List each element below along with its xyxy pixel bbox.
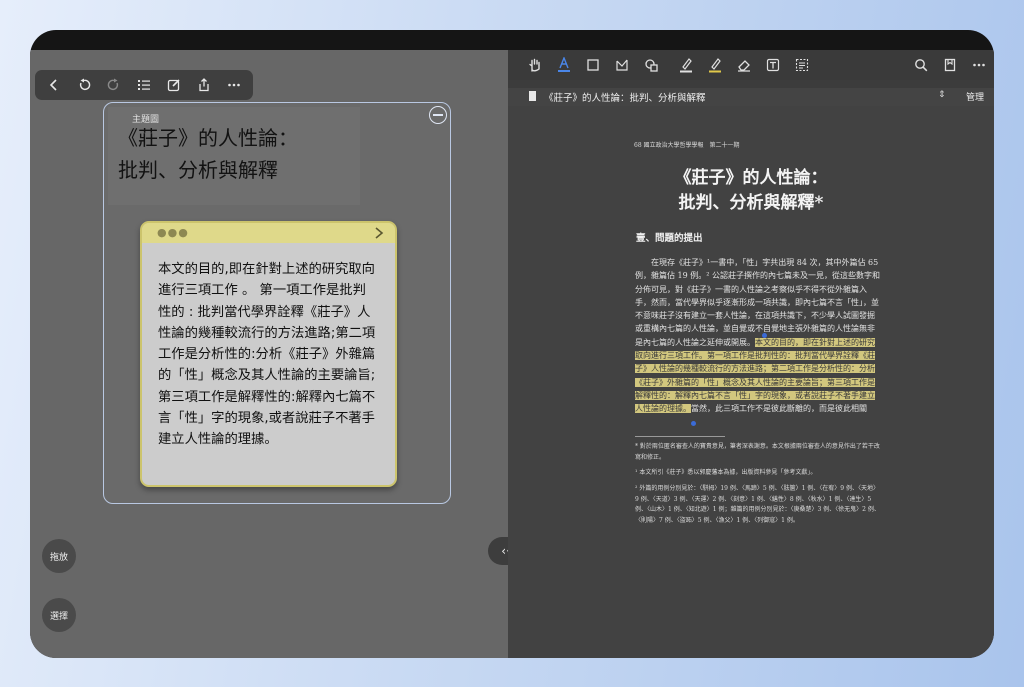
select-button[interactable]: 選擇 (42, 598, 76, 632)
pdf-toolbar (508, 50, 994, 80)
tablet-device: 主題圖 《莊子》的人性論： 批判、分析與解釋 ●●● 本文的目的,即在針對上述的… (30, 30, 994, 658)
body-text[interactable]: 在現存《莊子》¹一書中，「性」字共出現 84 次，其中外篇佔 65 例，雜篇佔 … (635, 256, 881, 416)
document-icon (529, 91, 536, 101)
app-screen: 主題圖 《莊子》的人性論： 批判、分析與解釋 ●●● 本文的目的,即在針對上述的… (30, 50, 994, 658)
edit-icon[interactable] (163, 74, 185, 96)
paper-title: 《莊子》的人性論： 批判、分析與解釋* (674, 168, 828, 213)
hand-icon[interactable] (525, 55, 545, 75)
footnote-2: ² 外篇的用例分別見於：〈駢拇〉19 例、〈馬蹄〉5 例、〈胠篋〉1 例、〈在宥… (635, 485, 880, 524)
search-icon[interactable] (911, 55, 931, 75)
drag-handle-icon[interactable]: ●●● (157, 226, 189, 239)
lasso-icon[interactable] (612, 55, 632, 75)
textbox-icon[interactable] (763, 55, 783, 75)
rect-select-icon[interactable] (583, 55, 603, 75)
back-icon[interactable] (43, 74, 65, 96)
highlighted-text[interactable]: 本文的目的，即在針對上述的研究取向進行三項工作。第一項工作是批判性的：批判當代學… (635, 337, 875, 414)
document-name: 《莊子》的人性論：批判、分析與解釋 (544, 93, 706, 104)
footnote-star: * 對於兩位匿名審查人的寶貴意見，筆者深表謝意。本文根據兩位審查人的意見作出了若… (635, 443, 880, 461)
page-header: 68 國立政治大學哲學學報 第二十一期 (634, 142, 740, 149)
sticky-note[interactable]: ●●● 本文的目的,即在針對上述的研究取向進行三項工作 。 第一項工作是批判性的… (140, 221, 397, 487)
list-icon[interactable] (133, 74, 155, 96)
eraser-icon[interactable] (734, 55, 754, 75)
document-tab[interactable]: 《莊子》的人性論：批判、分析與解釋 ⇕ 管理 (508, 88, 994, 106)
selection-end-handle[interactable] (691, 421, 696, 426)
ocr-icon[interactable] (792, 55, 812, 75)
footnote-divider (635, 436, 725, 437)
footnote-1: ¹ 本文所引《莊子》悉以郭慶藩本為據，出版資料參見「參考文獻」。 (635, 469, 817, 476)
chevron-right-icon[interactable] (372, 226, 386, 240)
text-highlight-icon[interactable] (554, 55, 574, 75)
mindmap-toolbar (35, 70, 253, 100)
more-icon[interactable] (969, 55, 989, 75)
selection-start-handle[interactable] (762, 333, 767, 338)
section-heading: 壹、問題的提出 (636, 233, 703, 244)
redo-icon[interactable] (103, 74, 125, 96)
mindmap-pane[interactable]: 主題圖 《莊子》的人性論： 批判、分析與解釋 ●●● 本文的目的,即在針對上述的… (30, 50, 508, 658)
pdf-pane: 《莊子》的人性論：批判、分析與解釋 ⇕ 管理 68 國立政治大學哲學學報 第二十… (508, 50, 994, 658)
pen-icon[interactable] (676, 55, 696, 75)
body-plain: 在現存《莊子》¹一書中，「性」字共出現 84 次，其中外篇佔 65 例，雜篇佔 … (635, 258, 881, 347)
more-icon[interactable] (223, 74, 245, 96)
highlighter-icon[interactable] (705, 55, 725, 75)
sticky-note-text[interactable]: 本文的目的,即在針對上述的研究取向進行三項工作 。 第一項工作是批判性的 : 批… (158, 259, 378, 451)
sticky-note-header[interactable]: ●●● (142, 223, 395, 243)
body-tail: 當然，此三項工作不是彼此斷離的，而是彼此相關 (691, 404, 867, 414)
topic-title[interactable]: 《莊子》的人性論： 批判、分析與解釋 (118, 122, 358, 186)
share-icon[interactable] (193, 74, 215, 96)
drag-drop-button[interactable]: 拖放 (42, 539, 76, 573)
bookmark-icon[interactable] (940, 55, 960, 75)
undo-icon[interactable] (73, 74, 95, 96)
pdf-page[interactable]: 68 國立政治大學哲學學報 第二十一期 《莊子》的人性論： 批判、分析與解釋* … (508, 106, 994, 658)
shapes-icon[interactable] (641, 55, 661, 75)
collapse-icon[interactable] (429, 106, 447, 124)
manage-button[interactable]: 管理 (966, 90, 984, 103)
sort-icon[interactable]: ⇕ (938, 90, 946, 100)
